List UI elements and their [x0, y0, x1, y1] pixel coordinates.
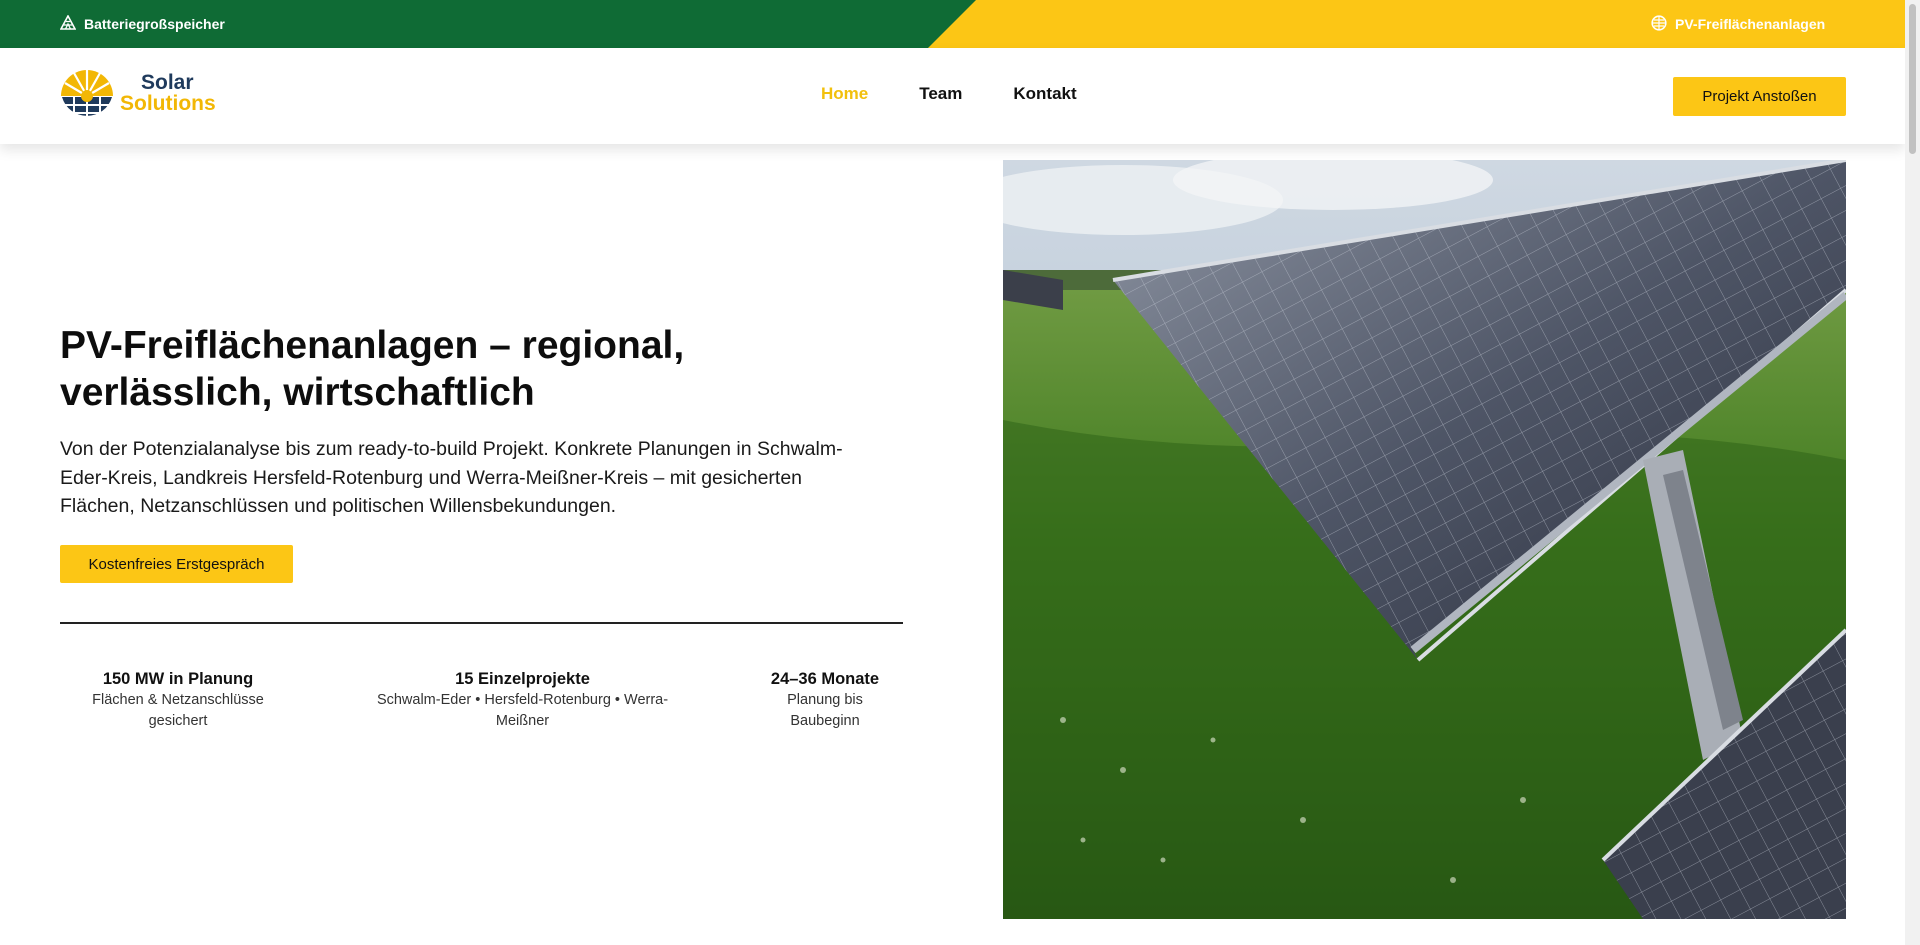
stat-title: 150 MW in Planung — [102, 670, 254, 688]
divider — [60, 622, 903, 624]
scrollbar-thumb[interactable] — [1909, 4, 1916, 154]
logo[interactable]: Solar Solutions — [60, 68, 230, 124]
hero-subtitle: Von der Potenzialanalyse bis zum ready-t… — [60, 438, 843, 517]
page-scrollbar[interactable] — [1905, 0, 1920, 945]
free-consultation-button[interactable]: Kostenfreies Erstgespräch — [60, 545, 293, 583]
pv-systems-link[interactable]: PV-Freiflächenanlagen — [1651, 0, 1825, 48]
logo-line-1: Solar — [141, 71, 194, 94]
hero-title: PV-Freiflächenanlagen – regional, verläs… — [60, 324, 685, 414]
nav-item-team[interactable]: Team — [919, 84, 962, 104]
sun-icon — [1651, 14, 1667, 34]
stat-item: 150 MW in Planung Flächen & Netzanschlüs… — [76, 668, 280, 732]
stat-description: Planung bis Baubeginn — [787, 692, 863, 729]
solar-panels-in-field-image — [1003, 160, 1846, 919]
stat-title: 24–36 Monate — [770, 670, 880, 688]
battery-storage-label: Batteriegroßspeicher — [84, 16, 225, 32]
stat-description: Schwalm-Eder • Hersfeld-Rotenburg • Werr… — [376, 692, 669, 729]
battery-grid-icon — [59, 13, 77, 34]
pv-systems-label: PV-Freiflächenanlagen — [1675, 16, 1826, 32]
stat-title: 15 Einzelprojekte — [455, 670, 590, 688]
nav-item-home[interactable]: Home — [821, 84, 868, 104]
main-nav: Home Team Kontakt — [821, 84, 1077, 104]
stat-item: 24–36 Monate Planung bis Baubeginn — [760, 668, 890, 732]
logo-line-2: Solutions — [120, 92, 216, 115]
nav-item-kontakt[interactable]: Kontakt — [1013, 84, 1076, 104]
battery-storage-link[interactable]: Batteriegroßspeicher — [59, 0, 225, 48]
stat-item: 15 Einzelprojekte Schwalm-Eder • Hersfel… — [360, 668, 685, 732]
start-project-button[interactable]: Projekt Anstoßen — [1673, 77, 1846, 116]
stat-description: Flächen & Netzanschlüsse gesichert — [92, 692, 264, 729]
logo-text: Solar Solutions — [120, 72, 216, 114]
site-header: Solar Solutions Home Team Kontakt Projek… — [0, 48, 1905, 144]
logo-sun-panel-icon — [61, 70, 113, 123]
